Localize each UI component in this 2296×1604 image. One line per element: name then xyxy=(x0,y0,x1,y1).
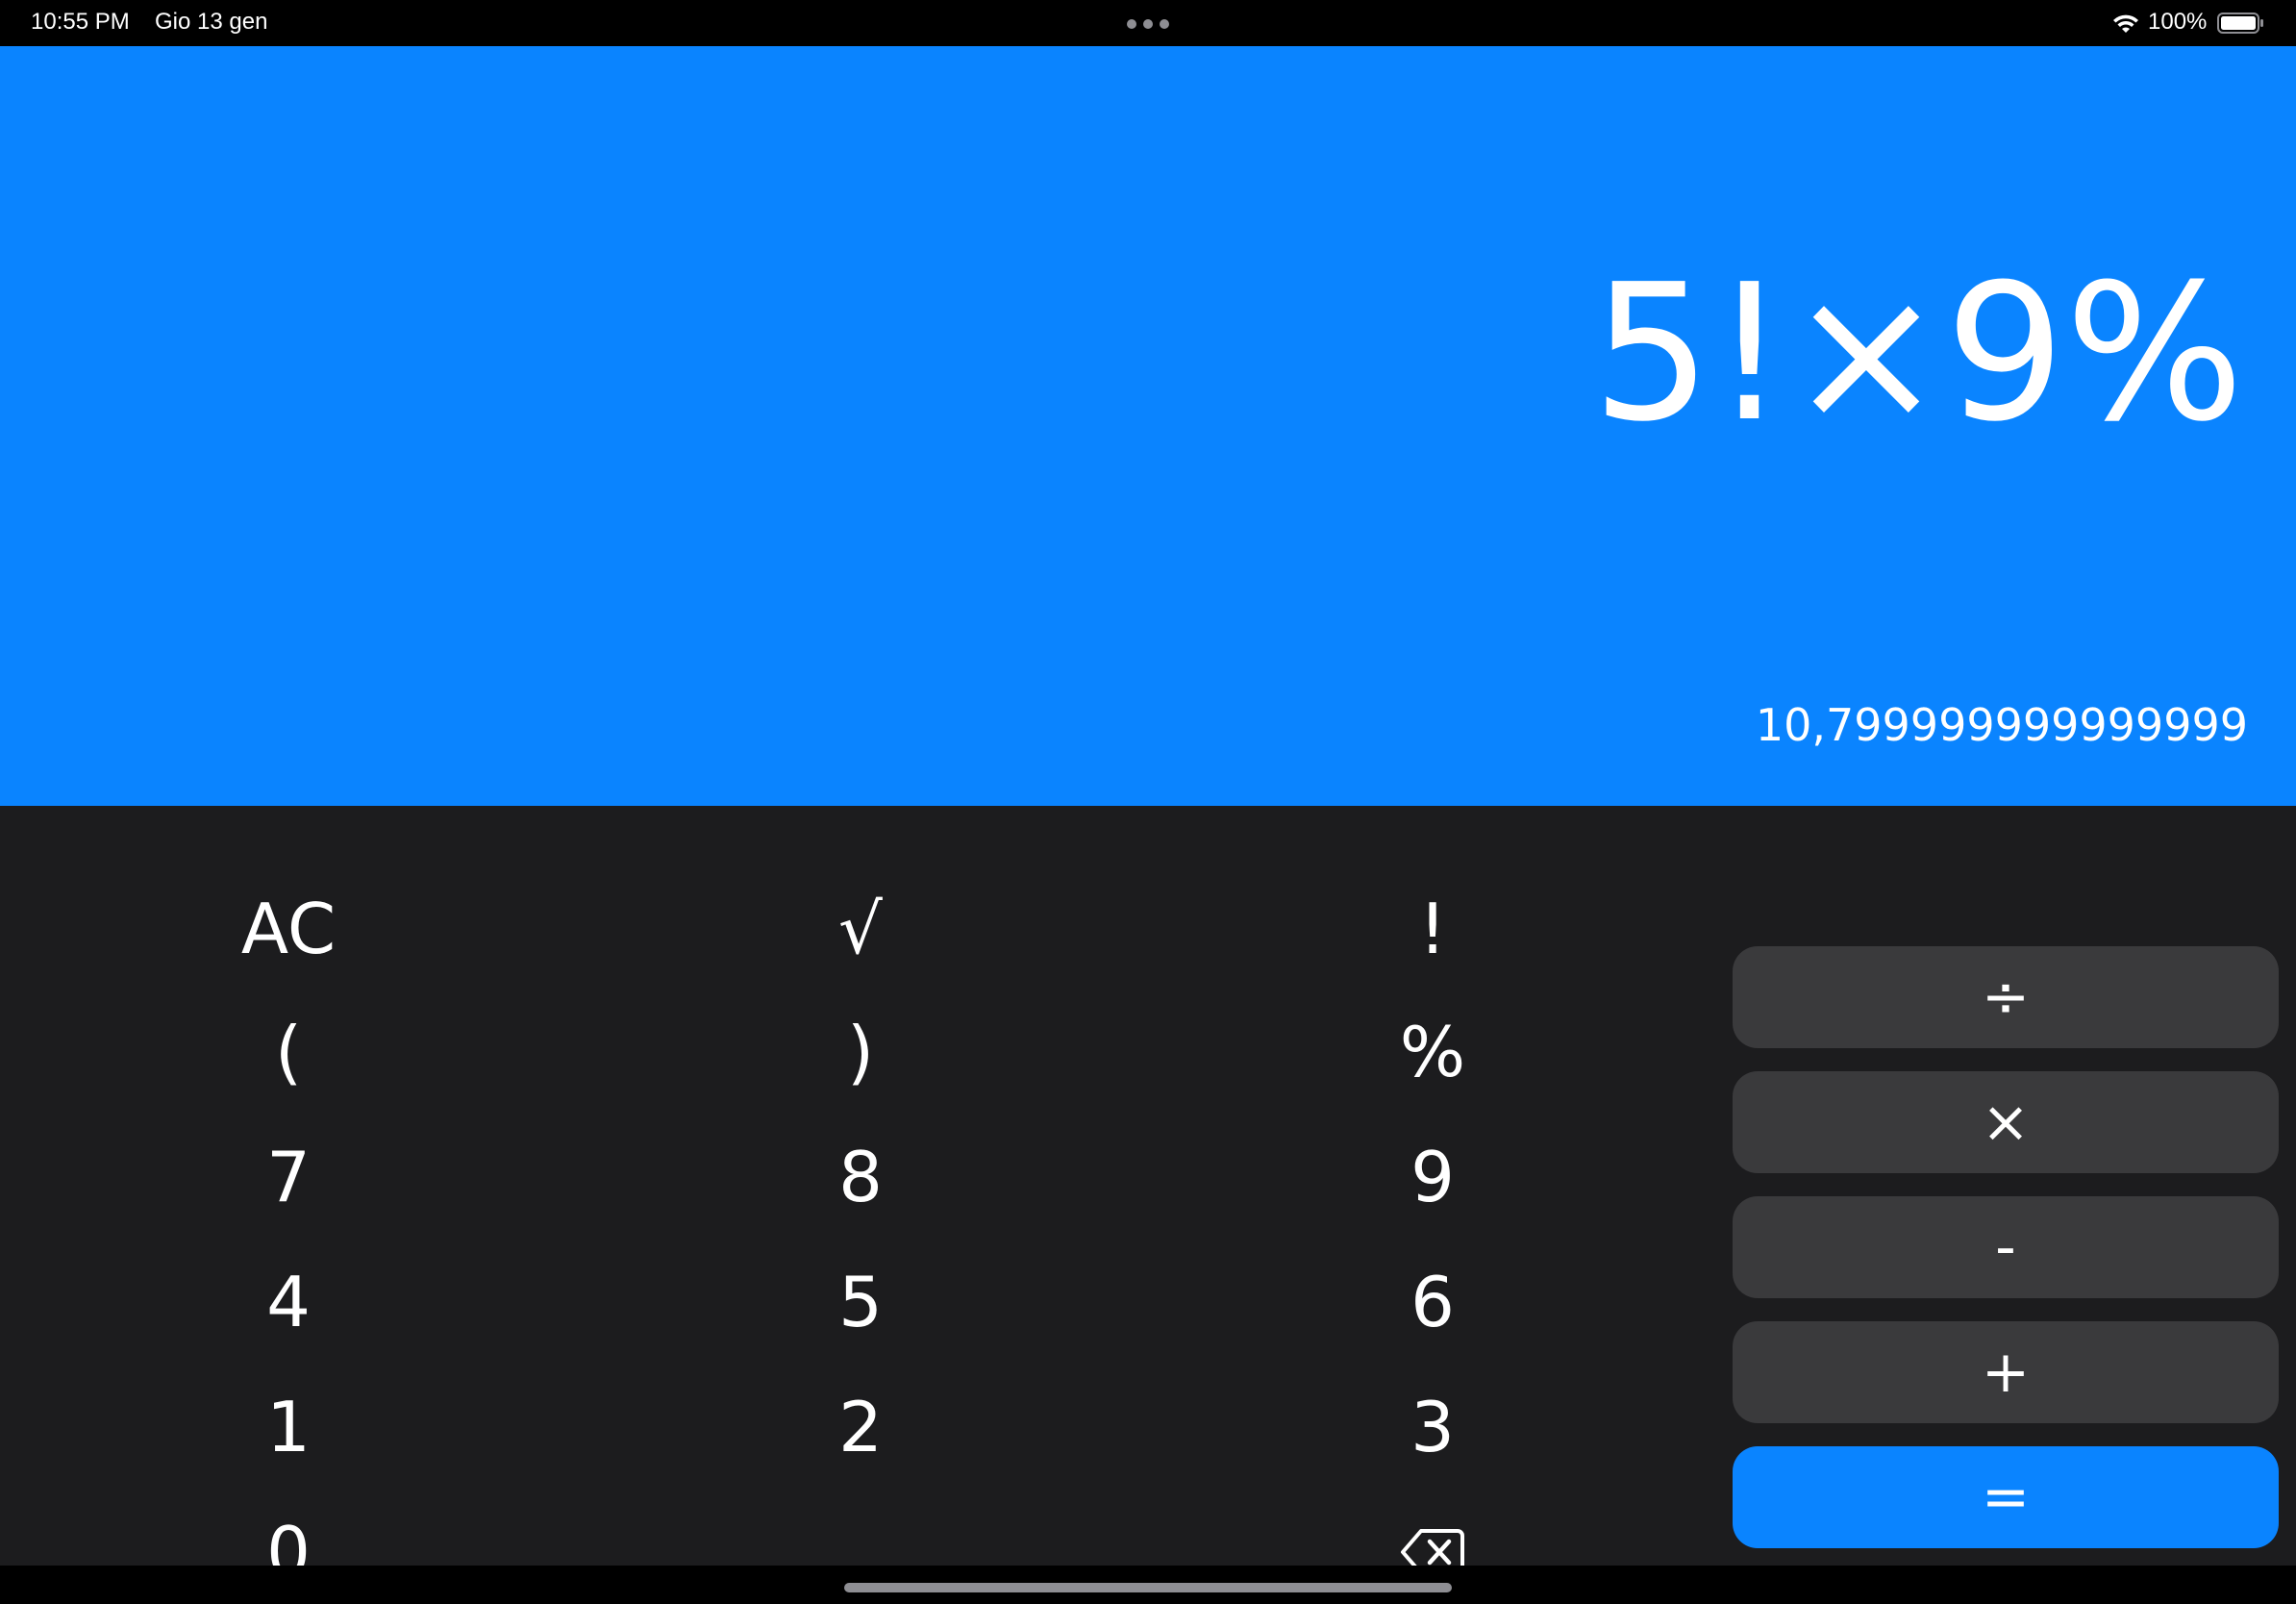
digit-9-button[interactable]: 9 xyxy=(1240,1124,1625,1230)
result-preview: 10,799999999999999 xyxy=(1755,699,2248,751)
digit-7-button[interactable]: 7 xyxy=(96,1124,481,1230)
calculator-screen: 10:55 PM Gio 13 gen 100% 5!×9% 10,799999… xyxy=(0,0,2296,1604)
digit-3-button[interactable]: 3 xyxy=(1240,1374,1625,1480)
digit-4-button[interactable]: 4 xyxy=(96,1249,481,1355)
home-indicator[interactable] xyxy=(844,1583,1452,1592)
subtract-button[interactable]: - xyxy=(1733,1196,2279,1298)
multitasking-menu[interactable] xyxy=(1127,19,1169,29)
battery-icon xyxy=(2217,13,2263,34)
dot-icon xyxy=(1160,19,1169,29)
square-root-button[interactable]: √ xyxy=(668,876,1053,982)
home-bar xyxy=(0,1566,2296,1604)
digit-6-button[interactable]: 6 xyxy=(1240,1249,1625,1355)
dot-icon xyxy=(1143,19,1153,29)
keypad: AC √ ! ( ) % ÷ 7 8 9 × 4 5 6 - 1 2 3 + 0… xyxy=(0,806,2296,1592)
multiply-button[interactable]: × xyxy=(1733,1071,2279,1173)
open-parenthesis-button[interactable]: ( xyxy=(96,999,481,1105)
clear-button[interactable]: AC xyxy=(96,876,481,982)
digit-5-button[interactable]: 5 xyxy=(668,1249,1053,1355)
percent-button[interactable]: % xyxy=(1240,999,1625,1105)
status-date: Gio 13 gen xyxy=(155,9,268,35)
equals-button[interactable]: = xyxy=(1733,1446,2279,1548)
factorial-button[interactable]: ! xyxy=(1240,876,1625,982)
dot-icon xyxy=(1127,19,1136,29)
calculator-display: 5!×9% 10,799999999999999 xyxy=(0,46,2296,806)
digit-2-button[interactable]: 2 xyxy=(668,1374,1053,1480)
digit-1-button[interactable]: 1 xyxy=(96,1374,481,1480)
expression-text: 5!×9% xyxy=(1591,244,2244,464)
status-time: 10:55 PM xyxy=(31,9,130,35)
divide-button[interactable]: ÷ xyxy=(1733,946,2279,1048)
add-button[interactable]: + xyxy=(1733,1321,2279,1423)
close-parenthesis-button[interactable]: ) xyxy=(668,999,1053,1105)
digit-8-button[interactable]: 8 xyxy=(668,1124,1053,1230)
battery-percentage: 100% xyxy=(2148,9,2208,35)
wifi-icon xyxy=(2113,14,2138,33)
status-bar: 10:55 PM Gio 13 gen 100% xyxy=(0,0,2296,46)
